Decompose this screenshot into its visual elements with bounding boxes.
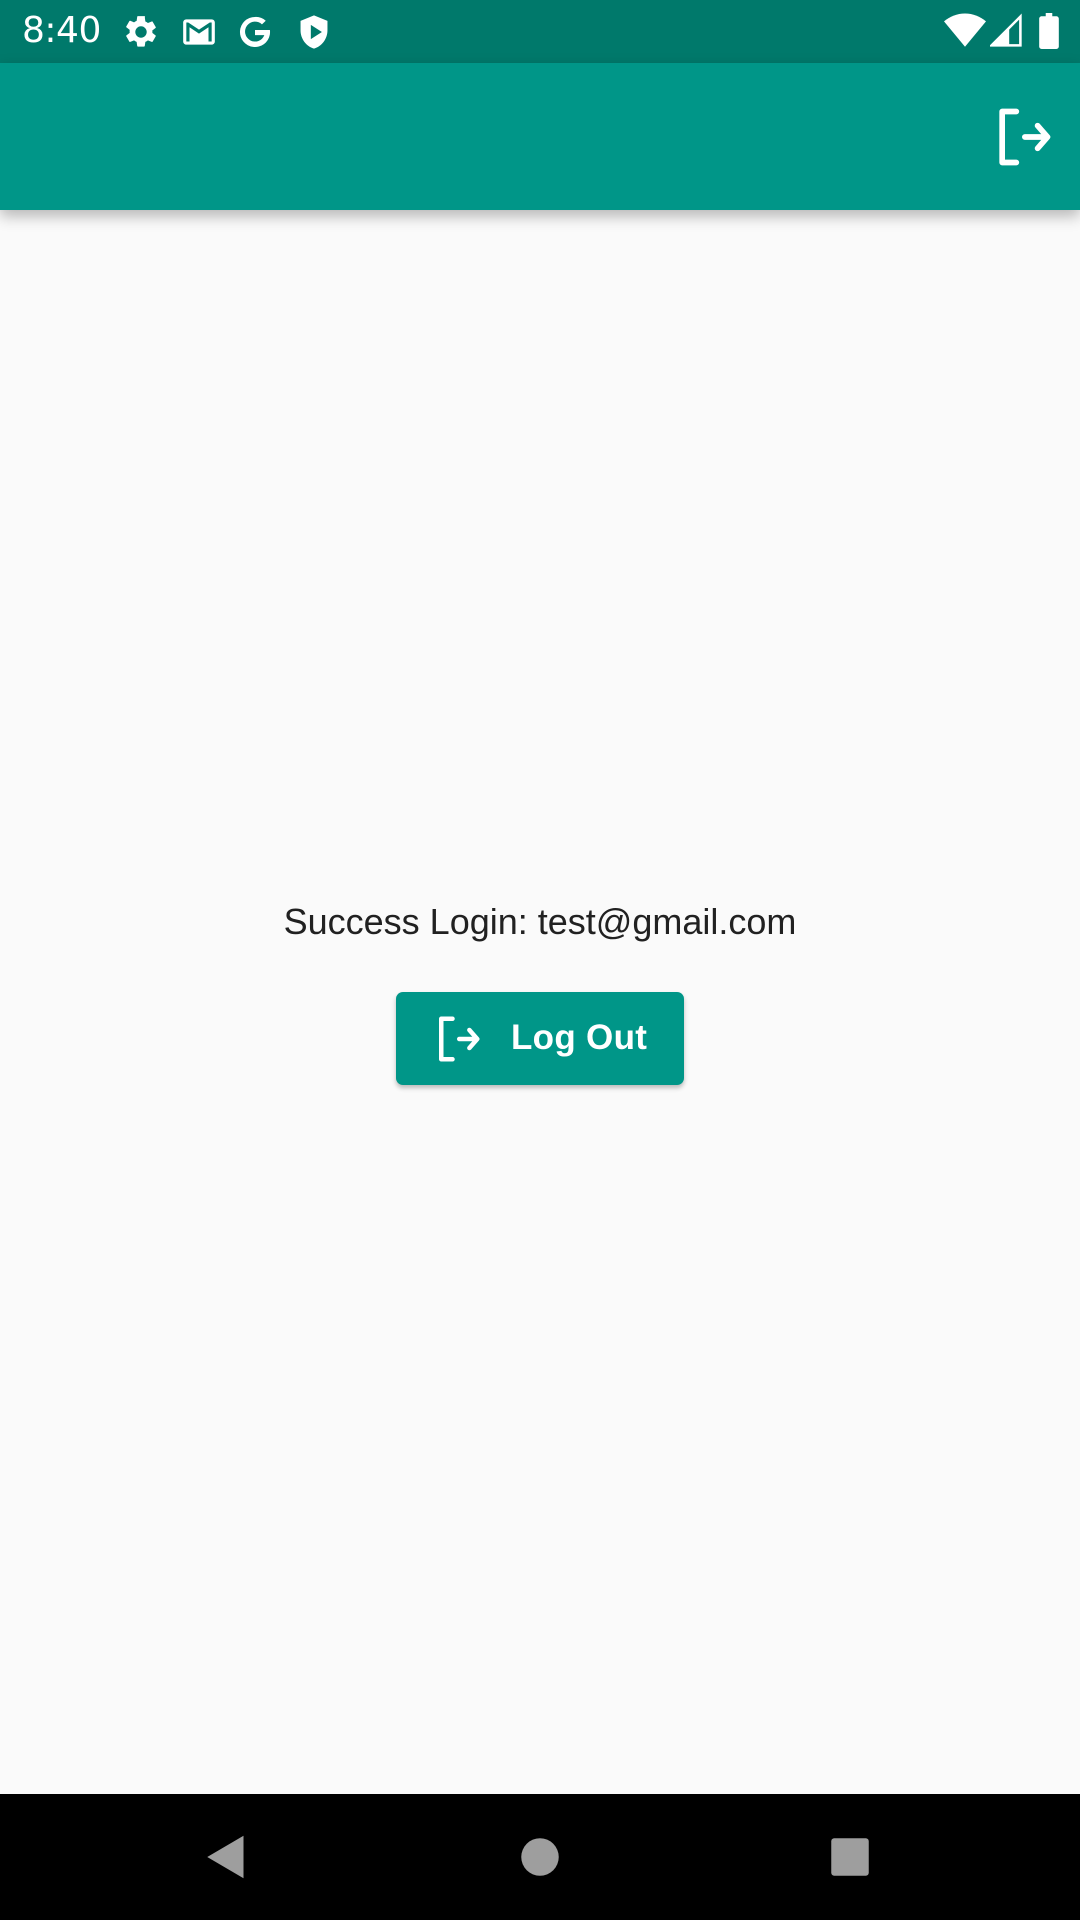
screen: 8:40 Success Login: test@gmail.com Log O… [0,0,1080,1920]
main-content: Success Login: test@gmail.com Log Out [0,210,1080,1794]
logout-button[interactable]: Log Out [396,992,684,1085]
success-message: Success Login: test@gmail.com [283,901,797,942]
logout-icon [430,1012,484,1066]
home-button[interactable] [510,1827,570,1887]
back-button[interactable] [196,1827,256,1887]
logout-icon [988,103,1056,171]
navigation-bar [0,1794,1080,1920]
status-bar: 8:40 [0,0,1080,63]
status-time: 8:40 [22,10,101,51]
shield-play-icon [295,13,333,51]
home-icon [510,1827,570,1887]
recents-icon [820,1827,880,1887]
gear-icon [122,13,160,51]
logout-button-label: Log Out [511,1018,648,1057]
appbar-logout-button[interactable] [988,103,1056,171]
cell-signal-icon [990,13,1022,49]
gmail-icon [180,13,218,51]
back-icon [196,1827,256,1887]
app-bar [0,63,1080,210]
google-icon [236,13,274,51]
wifi-icon [944,13,986,49]
recents-button[interactable] [820,1827,880,1887]
battery-icon [1038,13,1060,49]
